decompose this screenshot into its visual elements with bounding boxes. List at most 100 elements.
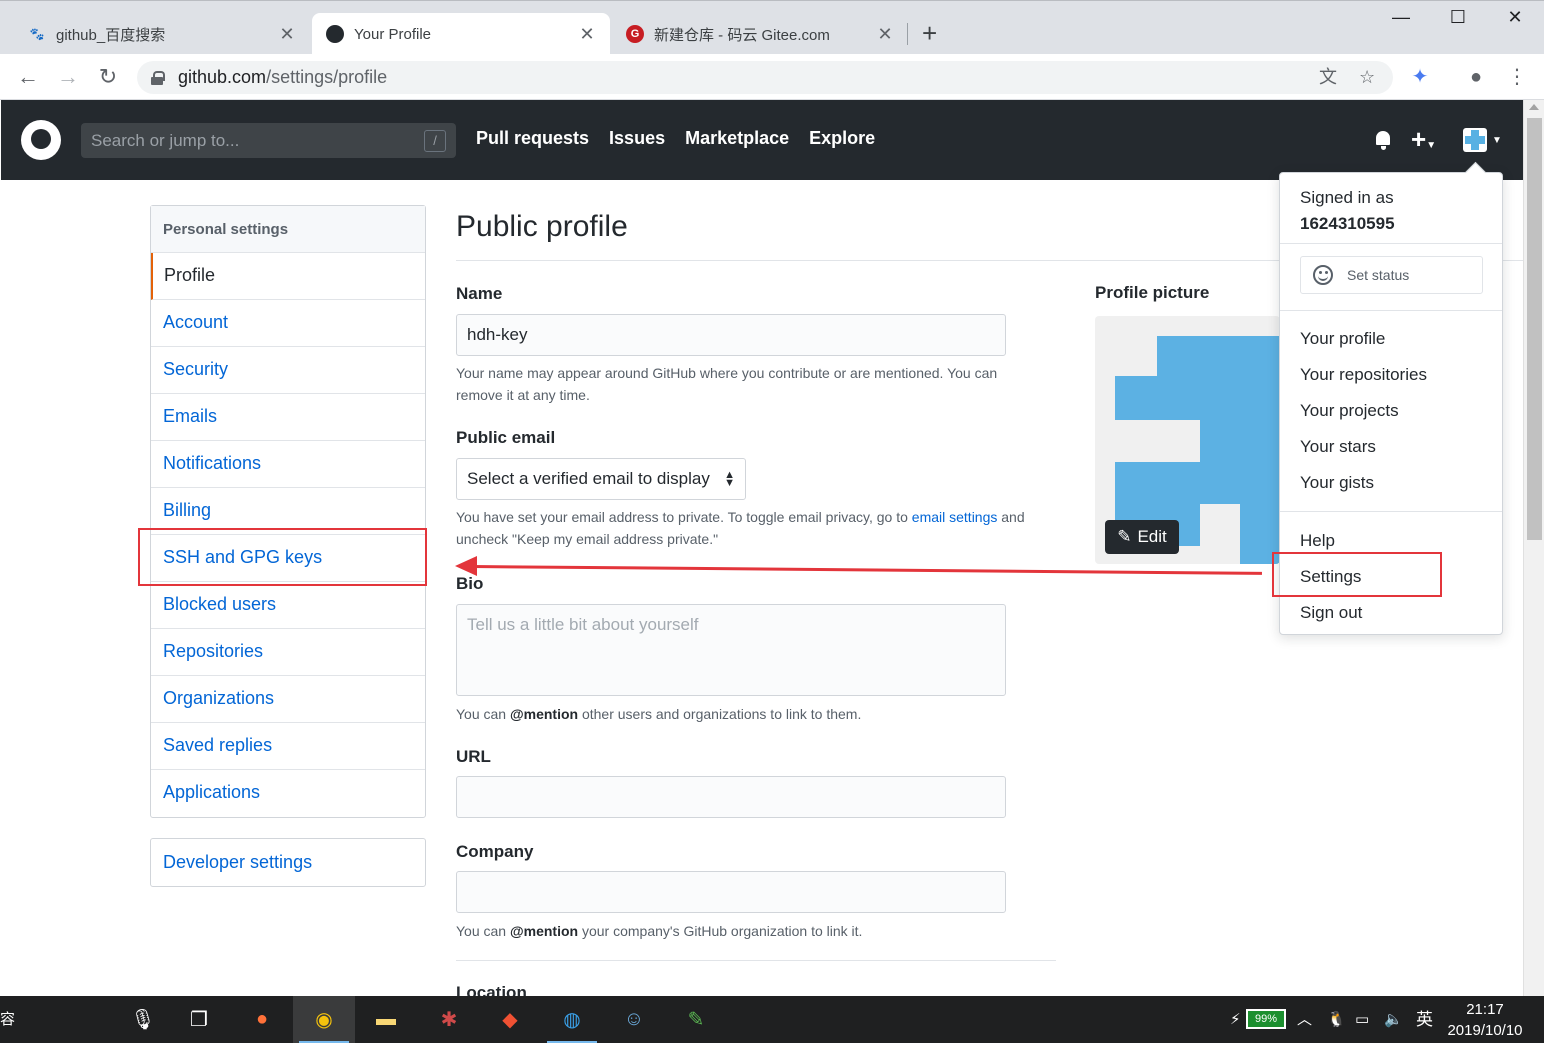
account-icon[interactable]: ● <box>1461 62 1491 92</box>
menu-your-stars[interactable]: Your stars <box>1300 437 1376 457</box>
battery-indicator[interactable]: 99% <box>1246 1009 1286 1029</box>
app-icon-recording[interactable]: ◍ <box>541 996 603 1043</box>
public-email-select[interactable]: Select a verified email to display ▲ ▼ <box>456 458 746 500</box>
email-settings-link[interactable]: email settings <box>912 509 998 525</box>
create-new-button[interactable]: +▼ <box>1411 124 1436 155</box>
nav-issues[interactable]: Issues <box>609 128 665 149</box>
menu-your-gists[interactable]: Your gists <box>1300 473 1374 493</box>
sidebar-item-notifications[interactable]: Notifications <box>151 441 425 488</box>
form-divider <box>456 960 1056 961</box>
file-explorer-icon[interactable]: ▬ <box>355 996 417 1043</box>
volume-icon[interactable]: 🔈 <box>1384 996 1403 1043</box>
page-title: Public profile <box>456 210 628 243</box>
window-close-icon[interactable]: ✕ <box>1495 7 1535 28</box>
sidebar-item-saved-replies[interactable]: Saved replies <box>151 723 425 770</box>
menu-divider <box>1280 243 1502 244</box>
user-menu-button[interactable]: ▼ <box>1463 128 1502 152</box>
company-field[interactable] <box>456 871 1006 913</box>
search-input[interactable] <box>91 130 411 151</box>
menu-your-projects[interactable]: Your projects <box>1300 401 1399 421</box>
tab-separator <box>907 23 908 45</box>
browser-menu-icon[interactable]: ⋮ <box>1502 62 1532 92</box>
email-note: You have set your email address to priva… <box>456 509 1025 547</box>
set-status-button[interactable]: Set status <box>1300 256 1483 294</box>
sidebar-item-account[interactable]: Account <box>151 300 425 347</box>
address-bar[interactable]: github.com/settings/profile 文 ☆ <box>137 61 1393 94</box>
microphone-icon[interactable]: 🎙 <box>112 996 174 1043</box>
tab-title: Your Profile <box>354 25 431 43</box>
annotation-highlight-ssh <box>138 528 427 586</box>
sidebar-item-security[interactable]: Security <box>151 347 425 394</box>
menu-divider <box>1280 511 1502 512</box>
close-icon[interactable]: ✕ <box>278 24 296 45</box>
slash-shortcut-hint: / <box>424 130 446 152</box>
tray-expand-icon[interactable]: ︿ <box>1297 996 1312 1043</box>
menu-sign-out[interactable]: Sign out <box>1300 603 1362 623</box>
scrollbar-thumb[interactable] <box>1527 118 1542 540</box>
qq-icon[interactable]: 🐧 <box>1327 996 1346 1043</box>
git-icon[interactable]: ◆ <box>479 996 541 1043</box>
page-scrollbar[interactable] <box>1523 100 1544 996</box>
github-icon <box>326 25 344 43</box>
chrome-icon[interactable]: ◉ <box>293 996 355 1043</box>
extension-icon[interactable]: ✦ <box>1405 62 1435 92</box>
scroll-up-arrow-icon[interactable] <box>1529 104 1539 110</box>
tab-title: 新建仓库 - 码云 Gitee.com <box>654 26 830 44</box>
github-logo-icon[interactable] <box>21 120 61 160</box>
sidebar-item-blocked-users[interactable]: Blocked users <box>151 582 425 629</box>
close-icon[interactable]: ✕ <box>876 24 894 45</box>
new-tab-button[interactable]: + <box>922 19 937 47</box>
url-label: URL <box>456 747 491 766</box>
select-arrows-icon: ▲ ▼ <box>724 469 735 489</box>
sidebar-item-emails[interactable]: Emails <box>151 394 425 441</box>
name-label: Name <box>456 284 503 303</box>
browser-tab-your-profile[interactable]: Your Profile ✕ <box>312 13 610 55</box>
bookmark-star-icon[interactable]: ☆ <box>1359 61 1375 94</box>
menu-your-profile[interactable]: Your profile <box>1300 329 1385 349</box>
power-plug-icon[interactable]: ⚡ <box>1230 996 1241 1043</box>
avatar <box>1463 128 1487 152</box>
reload-icon[interactable]: ↻ <box>93 62 123 92</box>
clock-date: 2019/10/10 <box>1447 1022 1523 1039</box>
nav-explore[interactable]: Explore <box>809 128 875 149</box>
forward-arrow-icon[interactable]: → <box>53 62 83 92</box>
sidebar-item-repositories[interactable]: Repositories <box>151 629 425 676</box>
menu-your-repositories[interactable]: Your repositories <box>1300 365 1427 385</box>
app-icon-cartoon[interactable]: ☺ <box>603 996 665 1043</box>
sidebar-item-profile[interactable]: Profile <box>151 253 425 300</box>
signed-in-username: 1624310595 <box>1300 214 1395 233</box>
sidebar-item-developer-settings[interactable]: Developer settings <box>150 838 426 887</box>
notification-bell-icon[interactable] <box>1373 129 1395 151</box>
minimize-icon[interactable]: — <box>1381 7 1421 28</box>
system-clock[interactable]: 21:17 2019/10/10 <box>1440 999 1530 1041</box>
search-box[interactable]: / <box>81 123 456 158</box>
edit-picture-button[interactable]: ✎ Edit <box>1105 520 1179 554</box>
firefox-icon[interactable]: ● <box>231 996 293 1043</box>
name-value: hdh-key <box>467 325 528 344</box>
nav-pull-requests[interactable]: Pull requests <box>476 128 589 149</box>
windows-taskbar: 容 🎙 ❐ ● ◉ ▬ ✱ ◆ ◍ ☺ ✎ ⚡ 99% ︿ 🐧 ▭ 🔈 英 21… <box>0 996 1544 1043</box>
annotation-highlight-settings <box>1272 552 1442 597</box>
task-view-icon[interactable]: ❐ <box>168 996 230 1043</box>
smiley-icon <box>1313 265 1333 285</box>
close-icon[interactable]: ✕ <box>578 24 596 45</box>
header-nav: Pull requests Issues Marketplace Explore <box>476 128 875 149</box>
bio-label: Bio <box>456 574 484 593</box>
nav-marketplace[interactable]: Marketplace <box>685 128 789 149</box>
ime-indicator[interactable]: 英 <box>1416 996 1433 1043</box>
sidebar-item-organizations[interactable]: Organizations <box>151 676 425 723</box>
browser-tab-gitee[interactable]: G 新建仓库 - 码云 Gitee.com ✕ <box>612 13 908 55</box>
network-icon[interactable]: ▭ <box>1355 996 1369 1043</box>
browser-tab-baidu[interactable]: 🐾 github_百度搜索 ✕ <box>14 13 310 55</box>
url-field[interactable] <box>456 776 1006 818</box>
signed-in-as: Signed in as 1624310595 <box>1300 185 1395 237</box>
name-field[interactable]: hdh-key <box>456 314 1006 356</box>
app-icon-bug[interactable]: ✱ <box>418 996 480 1043</box>
menu-help[interactable]: Help <box>1300 531 1335 551</box>
bio-textarea[interactable]: Tell us a little bit about yourself <box>456 604 1006 696</box>
maximize-icon[interactable]: ☐ <box>1438 7 1478 28</box>
translate-icon[interactable]: 文 <box>1319 61 1337 94</box>
sidebar-item-applications[interactable]: Applications <box>151 770 425 817</box>
back-arrow-icon[interactable]: ← <box>13 62 43 92</box>
notepad-icon[interactable]: ✎ <box>665 996 727 1043</box>
